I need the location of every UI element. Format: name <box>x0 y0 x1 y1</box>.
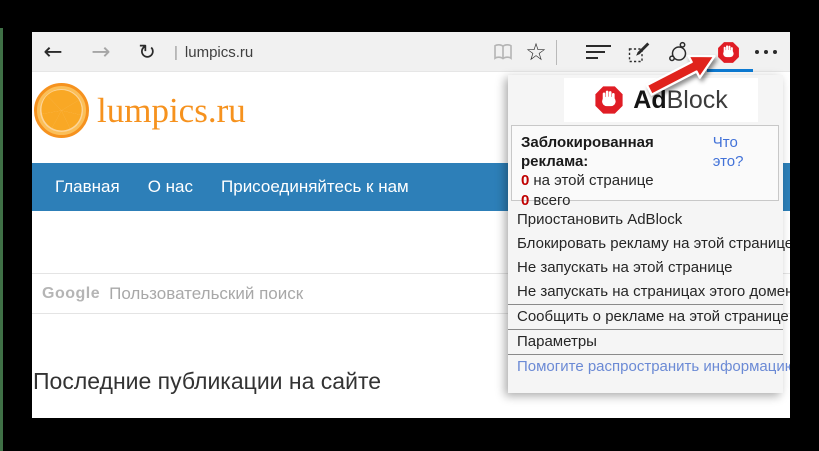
address-separator: | <box>174 44 178 61</box>
adblock-logo-icon <box>594 85 624 115</box>
back-icon: ← <box>43 41 62 64</box>
address-bar[interactable]: | lumpics.ru <box>174 32 414 72</box>
more-ellipsis-icon <box>755 50 777 54</box>
background-window-sliver <box>0 28 3 451</box>
favorites-button[interactable]: ☆ <box>521 36 551 68</box>
menu-item-dont-run-on-page[interactable]: Не запускать на этой странице <box>508 256 783 280</box>
menu-item-dont-run-on-domain[interactable]: Не запускать на страницах этого домена <box>508 280 783 304</box>
menu-item-block-ad-on-page[interactable]: Блокировать рекламу на этой странице <box>508 232 783 256</box>
menu-item-options[interactable]: Параметры <box>508 330 783 354</box>
nav-item-about[interactable]: О нас <box>148 177 193 197</box>
google-brand: Google <box>42 285 100 303</box>
menu-item-pause-adblock[interactable]: Приостановить AdBlock <box>508 208 783 232</box>
site-logo-link[interactable]: lumpics.ru <box>34 83 246 138</box>
toolbar-divider <box>556 40 557 65</box>
stats-page-row: 0на этой странице <box>521 171 769 191</box>
hub-button[interactable] <box>583 36 613 68</box>
blocked-ads-stats-box: Заблокированная реклама: Что это? 0на эт… <box>511 125 779 201</box>
search-placeholder: Пользовательский поиск <box>109 284 303 304</box>
adblock-popup: AdBlock Заблокированная реклама: Что это… <box>508 75 783 393</box>
reading-view-book-icon <box>491 40 515 64</box>
address-text: lumpics.ru <box>185 44 253 61</box>
total-blocked-count: 0 <box>521 192 529 209</box>
stats-heading: Заблокированная реклама: <box>521 133 713 171</box>
nav-item-home[interactable]: Главная <box>55 177 120 197</box>
forward-icon: → <box>91 41 110 64</box>
back-button[interactable]: ← <box>38 36 68 68</box>
hub-icon <box>586 45 611 59</box>
reading-view-button[interactable] <box>488 36 518 68</box>
refresh-icon: ↻ <box>138 42 156 63</box>
what-is-this-link[interactable]: Что это? <box>713 133 769 171</box>
favorites-star-icon: ☆ <box>525 40 547 64</box>
screenshot-frame: ← → ↻ | lumpics.ru ☆ <box>0 0 819 451</box>
refresh-button[interactable]: ↻ <box>132 36 162 68</box>
site-logo-text: lumpics.ru <box>97 91 246 131</box>
menu-item-report-ad[interactable]: Сообщить о рекламе на этой странице <box>508 305 783 329</box>
adblock-menu: Приостановить AdBlock Блокировать реклам… <box>508 208 783 379</box>
menu-item-spread-the-word[interactable]: Помогите распространить информацию! <box>508 355 783 379</box>
page-title: Последние публикации на сайте <box>33 368 381 395</box>
orange-fruit-icon <box>34 83 89 138</box>
page-blocked-count: 0 <box>521 172 529 189</box>
annotation-arrow <box>640 50 720 96</box>
forward-button[interactable]: → <box>86 36 116 68</box>
more-button[interactable] <box>751 36 781 68</box>
nav-item-join[interactable]: Присоединяйтесь к нам <box>221 177 409 197</box>
